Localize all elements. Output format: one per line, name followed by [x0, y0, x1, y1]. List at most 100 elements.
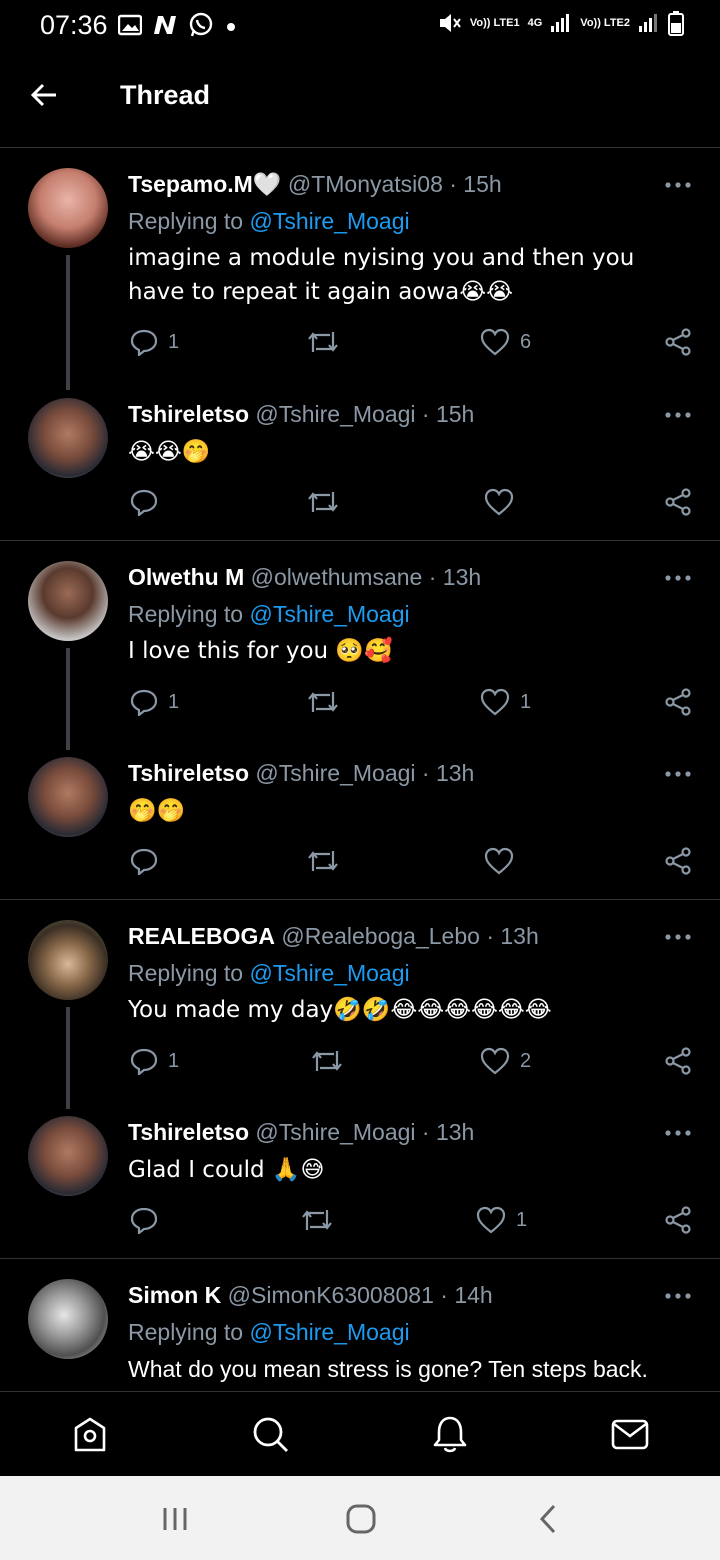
- avatar[interactable]: [28, 398, 108, 478]
- handle[interactable]: @Realeboga_Lebo: [281, 923, 480, 949]
- heart-icon: [476, 1206, 506, 1234]
- share-button[interactable]: [664, 847, 692, 875]
- display-name[interactable]: Tshireletso: [128, 1119, 249, 1145]
- like-button[interactable]: 6: [480, 328, 531, 356]
- like-button[interactable]: 1: [476, 1206, 527, 1234]
- retweet-button[interactable]: [306, 488, 340, 516]
- mention-link[interactable]: @Tshire_Moagi: [249, 1319, 409, 1345]
- n-app-icon: [154, 16, 176, 34]
- tweet[interactable]: Simon K @SimonK63008081 · 14h Replying t…: [0, 1276, 720, 1391]
- handle[interactable]: @Tshire_Moagi: [255, 1119, 415, 1145]
- display-name[interactable]: Olwethu M: [128, 564, 244, 590]
- display-name[interactable]: Tsepamo.M🤍: [128, 171, 281, 197]
- avatar[interactable]: [28, 1279, 108, 1359]
- recent-apps-icon[interactable]: [158, 1502, 192, 1536]
- retweet-button[interactable]: [310, 1047, 344, 1075]
- retweet-icon: [312, 1051, 342, 1071]
- avatar[interactable]: [28, 1116, 108, 1196]
- timestamp: · 15h: [421, 401, 475, 427]
- share-icon: [665, 1206, 691, 1234]
- retweet-button[interactable]: [306, 688, 340, 716]
- tweet[interactable]: REALEBOGA @Realeboga_Lebo · 13h Replying…: [0, 917, 720, 1109]
- share-icon: [665, 847, 691, 875]
- action-bar: 1 6: [128, 328, 698, 360]
- share-button[interactable]: [664, 1047, 692, 1075]
- back-arrow-icon[interactable]: [28, 79, 60, 111]
- avatar[interactable]: [28, 920, 108, 1000]
- handle[interactable]: @Tshire_Moagi: [255, 760, 415, 786]
- reply-button[interactable]: [130, 1206, 168, 1234]
- reply-button[interactable]: 1: [130, 1047, 179, 1075]
- replying-label: Replying to: [128, 601, 244, 627]
- avatar[interactable]: [28, 561, 108, 641]
- like-button[interactable]: [484, 847, 524, 875]
- display-name[interactable]: Tshireletso: [128, 401, 249, 427]
- display-name[interactable]: Simon K: [128, 1282, 221, 1308]
- tweet[interactable]: Tsepamo.M🤍 @TMonyatsi08 · 15h Replying t…: [0, 165, 720, 390]
- share-button[interactable]: [664, 688, 692, 716]
- more-icon[interactable]: [664, 410, 692, 420]
- more-icon[interactable]: [664, 769, 692, 779]
- home-icon[interactable]: [70, 1414, 110, 1454]
- replying-label: Replying to: [128, 960, 244, 986]
- reply-button[interactable]: 1: [130, 328, 179, 356]
- messages-icon[interactable]: [610, 1414, 650, 1454]
- heart-icon: [480, 688, 510, 716]
- timestamp: · 13h: [421, 760, 475, 786]
- display-name[interactable]: REALEBOGA: [128, 923, 275, 949]
- more-icon[interactable]: [664, 573, 692, 583]
- tweet[interactable]: Tshireletso @Tshire_Moagi · 13h 🤭🤭: [0, 754, 720, 899]
- action-bar: 1: [128, 1206, 698, 1238]
- like-button[interactable]: 1: [480, 688, 531, 716]
- tweet[interactable]: Olwethu M @olwethumsane · 13h Replying t…: [0, 558, 720, 750]
- reply-button[interactable]: [130, 847, 168, 875]
- handle[interactable]: @olwethumsane: [251, 564, 423, 590]
- like-count: 1: [520, 690, 532, 713]
- notifications-icon[interactable]: [430, 1414, 470, 1454]
- reply-icon: [130, 1207, 158, 1234]
- tweet[interactable]: Tshireletso @Tshire_Moagi · 13h Glad I c…: [0, 1113, 720, 1258]
- signal-icon-1: [551, 14, 570, 32]
- tweet-text: Glad I could 🙏😅: [128, 1157, 325, 1183]
- back-button-icon[interactable]: [532, 1502, 566, 1536]
- signal-icon-2: [639, 14, 657, 32]
- network-label-2: 4G: [527, 16, 543, 29]
- mention-link[interactable]: @Tshire_Moagi: [249, 601, 409, 627]
- reply-button[interactable]: 1: [130, 688, 179, 716]
- tweet[interactable]: Tshireletso @Tshire_Moagi · 15h 😭😭🤭: [0, 395, 720, 540]
- more-icon[interactable]: [664, 1291, 692, 1301]
- action-bar: [128, 847, 698, 879]
- share-button[interactable]: [664, 1206, 692, 1234]
- mention-link[interactable]: @Tshire_Moagi: [249, 208, 409, 234]
- thread-line: [66, 255, 70, 390]
- more-icon[interactable]: [664, 932, 692, 942]
- handle[interactable]: @TMonyatsi08: [288, 171, 443, 197]
- reply-button[interactable]: [130, 488, 168, 516]
- more-icon[interactable]: [664, 1128, 692, 1138]
- share-icon: [665, 688, 691, 716]
- like-button[interactable]: 2: [480, 1047, 531, 1075]
- home-button-icon[interactable]: [344, 1502, 378, 1536]
- retweet-button[interactable]: [300, 1206, 334, 1234]
- timestamp: · 13h: [421, 1119, 475, 1145]
- display-name[interactable]: Tshireletso: [128, 760, 249, 786]
- gallery-icon: [118, 14, 142, 36]
- tweet-text: I love this for you 🥺🥰: [128, 638, 393, 664]
- thread-line: [66, 648, 70, 750]
- replying-label: Replying to: [128, 1319, 244, 1345]
- more-icon[interactable]: [664, 180, 692, 190]
- avatar[interactable]: [28, 168, 108, 248]
- handle[interactable]: @Tshire_Moagi: [255, 401, 415, 427]
- replying-to: Replying to @Tshire_Moagi: [128, 960, 410, 987]
- retweet-button[interactable]: [306, 847, 340, 875]
- handle[interactable]: @SimonK63008081: [228, 1282, 434, 1308]
- heart-icon: [480, 1047, 510, 1075]
- share-button[interactable]: [664, 488, 692, 516]
- mention-link[interactable]: @Tshire_Moagi: [249, 960, 409, 986]
- reply-icon: [130, 329, 158, 356]
- retweet-button[interactable]: [306, 328, 340, 356]
- share-button[interactable]: [664, 328, 692, 356]
- like-button[interactable]: [484, 488, 524, 516]
- avatar[interactable]: [28, 757, 108, 837]
- search-icon[interactable]: [250, 1414, 290, 1454]
